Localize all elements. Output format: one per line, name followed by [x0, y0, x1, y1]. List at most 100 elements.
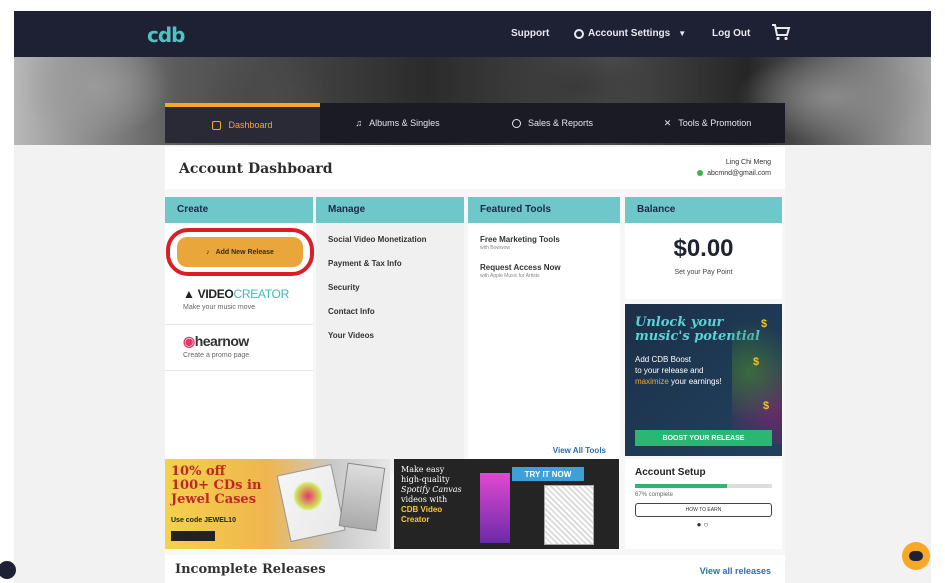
pay-point-link[interactable]: Set your Pay Point [625, 269, 782, 276]
disc-makers-logo [171, 531, 215, 541]
spotify-canvas-headline: Make easy high-quality Spotify Canvas vi… [401, 465, 476, 525]
boost-promo: $ $ $ Unlock your music's potential Add … [625, 304, 782, 456]
tool-request-access-sub: with Apple Music for Artists [480, 273, 540, 279]
tool-request-access[interactable]: Request Access Now [480, 263, 608, 272]
promo-text-highlight: maximize [635, 377, 669, 386]
create-column: Create ♪ Add New Release ▲ VIDEOCREATOR … [165, 197, 314, 473]
cd-case-image [338, 462, 386, 532]
tab-label: Sales & Reports [527, 118, 594, 128]
main-tab-bar: Dashboard ♫ Albums & Singles Sales & Rep… [165, 103, 785, 143]
hearnow-link[interactable]: ◉hearnow Create a promo page [165, 327, 313, 371]
dashboard-icon [212, 120, 222, 130]
manage-item-security[interactable]: Security [328, 283, 452, 307]
user-email: abcmnd@gmail.com [707, 170, 771, 177]
create-body: ♪ Add New Release ▲ VIDEOCREATOR Make yo… [165, 223, 314, 473]
tools-icon: ✕ [663, 117, 672, 128]
dollar-icon: $ [753, 356, 760, 368]
setup-progress-text: 67% complete [635, 492, 674, 498]
hearnow-text: hearnow [194, 333, 250, 349]
featured-tools-column: Featured Tools Free Marketing Tools with… [468, 197, 620, 473]
chat-button[interactable] [902, 542, 930, 570]
jewel-case-promo-banner[interactable]: 10% off 100+ CDs in Jewel Cases Use code… [165, 459, 390, 549]
dollar-icon: $ [761, 318, 768, 330]
banner-line: Creator [401, 515, 430, 524]
promo-text: Add CDB Boost to your release and maximi… [635, 354, 731, 387]
hearnow-sub: Create a promo page [183, 352, 250, 359]
jewel-case-headline: 10% off 100+ CDs in Jewel Cases [171, 465, 261, 507]
create-header: Create [165, 197, 313, 223]
setup-progress-bar [635, 484, 772, 488]
account-settings-menu[interactable]: Account Settings ▼ [574, 28, 686, 39]
log-out-link[interactable]: Log Out [712, 28, 750, 39]
tab-albums-singles[interactable]: ♫ Albums & Singles [320, 103, 475, 143]
spotify-canvas-promo-banner[interactable]: Make easy high-quality Spotify Canvas vi… [394, 459, 619, 549]
user-name: Ling Chi Meng [725, 159, 771, 166]
video-creator-sub: Make your music move [183, 304, 255, 311]
app-frame: cdb Support Account Settings ▼ Log Out D… [14, 11, 931, 583]
banner-line: Spotify Canvas [401, 485, 462, 494]
carousel-dots[interactable]: ●○ [635, 520, 772, 529]
cd-artwork-image [290, 478, 326, 514]
cart-icon[interactable] [771, 23, 791, 41]
tab-sales-reports[interactable]: Sales & Reports [475, 103, 630, 143]
user-info: Ling Chi Meng abcmnd@gmail.com [697, 157, 771, 179]
chevron-down-icon: ▼ [678, 29, 687, 38]
balance-column: Balance $0.00 Set your Pay Point $ $ $ U… [625, 197, 782, 456]
video-creator-link[interactable]: ▲ VIDEOCREATOR Make your music move [165, 281, 313, 325]
cdb-logo[interactable]: cdb [147, 23, 185, 47]
banner-line: Jewel Cases [171, 492, 257, 507]
video-creator-logo: ▲ VIDEOCREATOR [183, 287, 295, 301]
music-note-icon: ♫ [355, 118, 363, 128]
featured-tools-header: Featured Tools [468, 197, 620, 223]
page-title: Account Dashboard [179, 161, 333, 177]
gear-icon [574, 28, 584, 39]
banner-line: CDB Video [401, 505, 443, 514]
account-setup-card: Account Setup 67% complete HOW TO EARN ●… [625, 459, 782, 549]
banner-line: 10% off [171, 464, 226, 479]
balance-summary: $0.00 Set your Pay Point [625, 223, 782, 299]
support-link[interactable]: Support [511, 28, 549, 39]
banner-line: videos with [401, 495, 448, 504]
tab-label: Tools & Promotion [678, 118, 752, 128]
promo-text-line: Add CDB Boost [635, 355, 692, 364]
banner-line: high-quality [401, 475, 450, 484]
manage-header: Manage [316, 197, 464, 223]
setup-progress-fill [635, 484, 727, 488]
music-note-icon: ♪ [206, 248, 210, 256]
tool-free-marketing-sub: with Bowwow [480, 245, 511, 251]
view-all-releases-link[interactable]: View all releases [700, 566, 771, 576]
top-nav: cdb Support Account Settings ▼ Log Out [14, 11, 931, 57]
video-creator-text-a: VIDEO [197, 287, 234, 301]
manage-item-contact-info[interactable]: Contact Info [328, 307, 452, 331]
hearnow-logo: ◉hearnow [183, 333, 295, 350]
view-all-tools-link[interactable]: View All Tools [553, 446, 606, 455]
incomplete-releases-title: Incomplete Releases [175, 562, 326, 577]
tab-label: Dashboard [228, 120, 273, 130]
waveform-icon: ▲ [183, 287, 195, 301]
online-status-icon [697, 170, 704, 177]
try-it-now-button[interactable]: TRY IT NOW [512, 467, 584, 481]
account-setup-title: Account Setup [635, 467, 706, 478]
promo-artwork [732, 324, 782, 444]
dollar-circle-icon [511, 118, 521, 128]
manage-item-payment-tax[interactable]: Payment & Tax Info [328, 259, 452, 283]
promo-code: Use code JEWEL10 [171, 517, 236, 524]
tab-label: Albums & Singles [369, 118, 440, 128]
dollar-icon: $ [763, 400, 770, 412]
featured-tools-list: Free Marketing Tools with Bowwow Request… [468, 223, 620, 473]
how-to-earn-button[interactable]: HOW TO EARN [635, 503, 772, 517]
promo-text-line: your earnings! [671, 377, 722, 386]
promo-text-line: to your release and [635, 366, 704, 375]
tab-dashboard[interactable]: Dashboard [165, 103, 320, 143]
manage-column: Manage Social Video Monetization Payment… [316, 197, 464, 473]
banner-line: 100+ CDs in [171, 478, 262, 493]
boost-release-button[interactable]: BOOST YOUR RELEASE [635, 430, 772, 446]
manage-item-social-video[interactable]: Social Video Monetization [328, 235, 452, 259]
manage-item-your-videos[interactable]: Your Videos [328, 331, 452, 355]
phone-mockup-image [544, 485, 594, 545]
tab-tools-promotion[interactable]: ✕ Tools & Promotion [630, 103, 785, 143]
balance-amount: $0.00 [673, 235, 734, 262]
tool-free-marketing[interactable]: Free Marketing Tools [480, 235, 608, 244]
incomplete-releases-section: Incomplete Releases View all releases [165, 555, 785, 583]
add-new-release-button[interactable]: ♪ Add New Release [177, 237, 303, 267]
